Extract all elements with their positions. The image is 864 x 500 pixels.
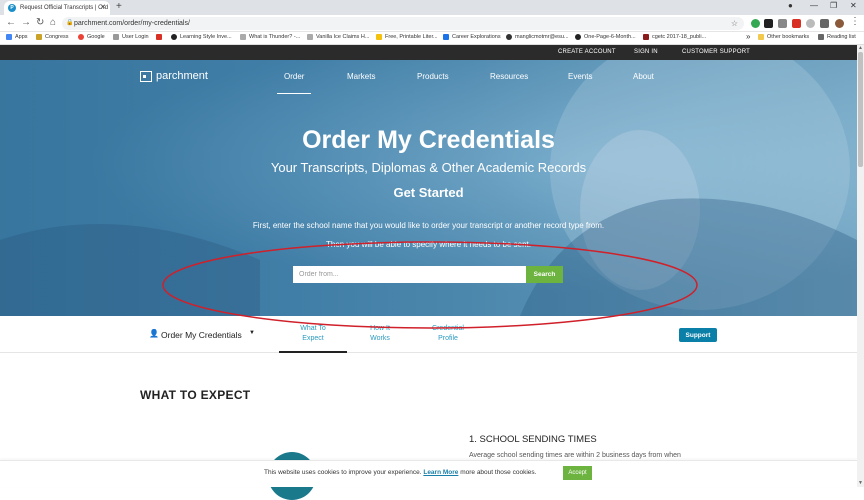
maximize-icon[interactable]: ❐	[830, 1, 837, 10]
nav-order[interactable]: Order	[284, 72, 304, 81]
page-icon	[113, 34, 119, 40]
parchment-logo-icon	[140, 70, 152, 82]
bookmark-star-icon[interactable]: ☆	[731, 17, 738, 30]
bookmarks-bar: Apps Congress Google User Login Learning…	[0, 32, 864, 45]
chevron-down-icon[interactable]: ▼	[249, 330, 255, 336]
page-icon	[240, 34, 246, 40]
bookmark-congress[interactable]: Congress	[36, 34, 69, 40]
extension-light-icon[interactable]	[806, 19, 815, 28]
globe-icon	[575, 34, 581, 40]
what-to-expect-heading: WHAT TO EXPECT	[140, 388, 251, 402]
reading-list[interactable]: Reading list	[818, 34, 856, 40]
customer-support-link[interactable]: CUSTOMER SUPPORT	[682, 49, 750, 55]
nav-products[interactable]: Products	[417, 72, 449, 81]
apps-grid-icon	[6, 34, 12, 40]
bookmark-gmail[interactable]	[156, 34, 165, 40]
bookmark-vanilla-ice[interactable]: Vanilla Ice Claims H...	[307, 34, 369, 40]
step-title: 1. SCHOOL SENDING TIMES	[469, 434, 597, 445]
grid-icon	[443, 34, 449, 40]
doc-icon	[643, 34, 649, 40]
hero-instruction-2: Then you will be able to specify where i…	[325, 240, 531, 249]
nav-about[interactable]: About	[633, 72, 654, 81]
bookmark-apps[interactable]: Apps	[6, 34, 28, 40]
scroll-down-icon[interactable]: ▼	[858, 480, 863, 486]
bookmark-career[interactable]: Career Explorations	[443, 34, 501, 40]
nav-events[interactable]: Events	[568, 72, 592, 81]
create-account-link[interactable]: CREATE ACCOUNT	[558, 49, 616, 55]
browser-toolbar: ← → ↻ ⌂ 🔒 parchment.com/order/my-credent…	[0, 15, 864, 32]
page-title: Order My Credentials	[302, 126, 555, 154]
nav-active-underline	[277, 93, 311, 94]
more-bookmarks-icon[interactable]: »	[746, 32, 750, 41]
extension-green-icon[interactable]	[751, 19, 760, 28]
url-text: parchment.com/order/my-credentials/	[74, 20, 190, 27]
get-started-heading: Get Started	[393, 185, 464, 200]
parchment-logo[interactable]: parchment	[140, 70, 208, 82]
order-my-credentials-menu[interactable]: Order My Credentials	[161, 330, 242, 340]
bookmark-thunder[interactable]: What is Thunder? -...	[240, 34, 300, 40]
sign-in-link[interactable]: SIGN IN	[634, 49, 658, 55]
tab-how-it-works[interactable]: How It Works	[357, 324, 403, 344]
learn-more-link[interactable]: Learn More	[423, 469, 458, 476]
tab-title: Request Official Transcripts | Ord	[20, 5, 109, 11]
other-bookmarks[interactable]: Other bookmarks	[758, 34, 809, 40]
profile-avatar-icon[interactable]	[835, 19, 844, 28]
congress-icon	[36, 34, 42, 40]
globe-icon	[171, 34, 177, 40]
scroll-up-icon[interactable]: ▲	[858, 45, 863, 51]
logo-text: parchment	[156, 70, 208, 82]
bookmark-user-login[interactable]: User Login	[113, 34, 149, 40]
extension-gray-icon[interactable]	[778, 19, 787, 28]
globe-icon	[506, 34, 512, 40]
tab-what-to-expect[interactable]: What To Expect	[290, 324, 336, 344]
bookmark-cgetc[interactable]: cgetc 2017-18_publi...	[643, 34, 706, 40]
parchment-favicon-icon: P	[8, 4, 16, 12]
bookmark-learning-style[interactable]: Learning Style Inve...	[171, 34, 232, 40]
home-icon[interactable]: ⌂	[50, 17, 56, 28]
close-tab-icon[interactable]: ✕	[100, 3, 106, 11]
star-icon	[376, 34, 382, 40]
step-description: Average school sending times are within …	[469, 452, 681, 459]
menu-kebab-icon[interactable]: ⋮	[850, 16, 860, 27]
hero-subtitle: Your Transcripts, Diplomas & Other Acade…	[270, 160, 587, 175]
scrollbar-thumb[interactable]	[858, 52, 863, 167]
nav-resources[interactable]: Resources	[490, 72, 528, 81]
google-icon	[78, 34, 84, 40]
page-icon	[307, 34, 313, 40]
bookmark-printable[interactable]: Free, Printable Liter...	[376, 34, 438, 40]
forward-icon[interactable]: →	[21, 17, 31, 28]
gmail-icon	[156, 34, 162, 40]
accept-cookies-button[interactable]: Accept	[563, 466, 592, 480]
new-tab-icon[interactable]: +	[116, 1, 122, 12]
bookmark-google[interactable]: Google	[78, 34, 105, 40]
adobe-pdf-icon[interactable]	[792, 19, 801, 28]
tab-active-underline	[279, 351, 347, 353]
extension-dark-icon[interactable]	[764, 19, 773, 28]
support-button[interactable]: Support	[679, 328, 717, 342]
lock-icon: 🔒	[66, 20, 74, 26]
reload-icon[interactable]: ↻	[36, 17, 44, 28]
address-bar[interactable]: 🔒 parchment.com/order/my-credentials/ ☆	[62, 17, 744, 30]
extensions-puzzle-icon[interactable]	[820, 19, 829, 28]
bookmark-email[interactable]: manglicmotmr@esu...	[506, 34, 569, 40]
back-icon[interactable]: ←	[6, 17, 16, 28]
site-top-bar: CREATE ACCOUNT SIGN IN CUSTOMER SUPPORT	[0, 45, 864, 60]
folder-icon	[758, 34, 764, 40]
order-from-search-input[interactable]	[293, 266, 526, 283]
search-button[interactable]: Search	[526, 266, 563, 283]
minimize-icon[interactable]: —	[810, 1, 818, 10]
cookie-text: This website uses cookies to improve you…	[264, 469, 537, 476]
nav-markets[interactable]: Markets	[347, 72, 375, 81]
hero-instruction-1: First, enter the school name that you wo…	[252, 221, 605, 230]
profile-dot-icon[interactable]: ●	[788, 1, 793, 10]
tab-credential-profile[interactable]: Credential Profile	[421, 324, 475, 344]
browser-tab-strip: P Request Official Transcripts | Ord ✕ +…	[0, 0, 864, 15]
browser-tab[interactable]: P Request Official Transcripts | Ord ✕	[4, 1, 110, 15]
user-icon: 👤	[149, 329, 159, 338]
close-window-icon[interactable]: ✕	[850, 1, 857, 10]
bookmark-one-page[interactable]: One-Page-6-Month...	[575, 34, 636, 40]
reading-list-icon	[818, 34, 824, 40]
